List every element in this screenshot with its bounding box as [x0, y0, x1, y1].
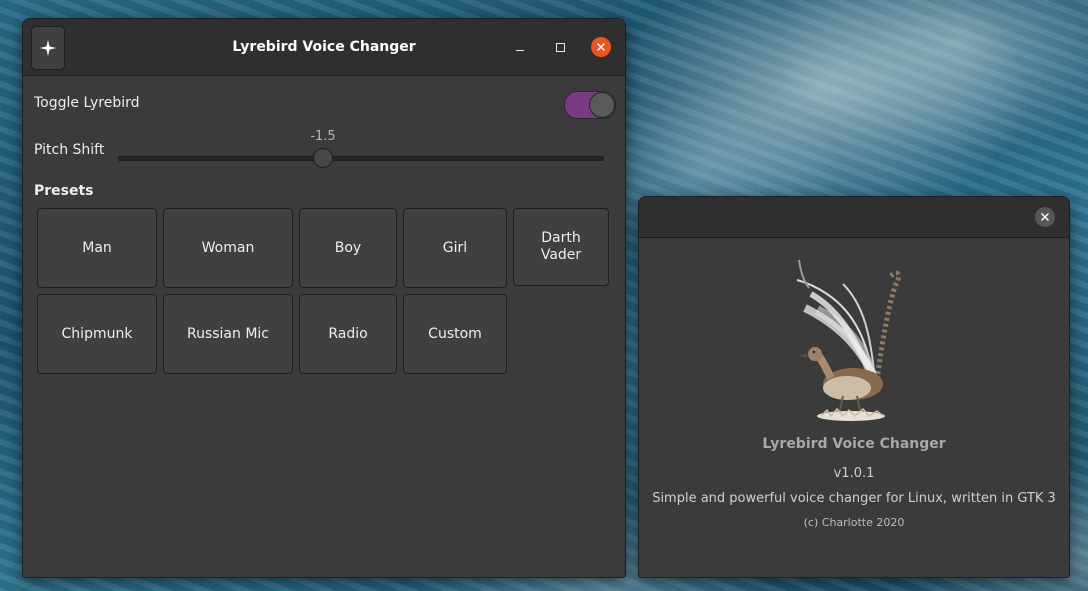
about-dialog: Lyrebird Voice Changer v1.0.1 Simple and… [638, 196, 1070, 578]
about-description: Simple and powerful voice changer for Li… [652, 491, 1056, 506]
maximize-icon [555, 42, 565, 52]
presets-heading: Presets [34, 183, 94, 199]
preset-boy-button[interactable]: Boy [299, 208, 397, 288]
pitch-shift-label: Pitch Shift [34, 142, 105, 158]
about-body: Lyrebird Voice Changer v1.0.1 Simple and… [639, 238, 1069, 577]
preset-man-button[interactable]: Man [37, 208, 157, 288]
close-icon [1041, 213, 1049, 221]
preset-chipmunk-button[interactable]: Chipmunk [37, 294, 157, 374]
preset-custom-button[interactable]: Custom [403, 294, 507, 374]
minimize-button[interactable] [511, 38, 529, 56]
pitch-shift-slider-handle[interactable] [313, 148, 333, 168]
close-button[interactable] [591, 37, 611, 57]
preset-girl-button[interactable]: Girl [403, 208, 507, 288]
main-window: Lyrebird Voice Changer Toggle Lyrebird P… [22, 18, 626, 578]
preset-russian-mic-button[interactable]: Russian Mic [163, 294, 293, 374]
about-app-name: Lyrebird Voice Changer [762, 436, 946, 452]
pitch-shift-value: -1.5 [310, 129, 336, 144]
main-titlebar[interactable]: Lyrebird Voice Changer [23, 19, 625, 76]
about-version: v1.0.1 [833, 466, 875, 481]
lyrebird-logo-icon [796, 259, 902, 421]
toggle-lyrebird-switch[interactable] [564, 91, 616, 119]
about-close-button[interactable] [1035, 207, 1055, 227]
switch-knob[interactable] [589, 92, 615, 118]
window-title: Lyrebird Voice Changer [232, 39, 416, 55]
minimize-icon [516, 49, 524, 51]
preset-woman-button[interactable]: Woman [163, 208, 293, 288]
maximize-button[interactable] [551, 38, 569, 56]
close-icon [597, 43, 605, 51]
about-titlebar[interactable] [639, 197, 1069, 238]
about-copyright: (c) Charlotte 2020 [803, 516, 905, 529]
preset-radio-button[interactable]: Radio [299, 294, 397, 374]
preset-darth-vader-button[interactable]: Darth Vader [513, 208, 609, 286]
pitch-shift-slider-track[interactable] [118, 156, 604, 161]
toggle-label: Toggle Lyrebird [34, 95, 140, 111]
